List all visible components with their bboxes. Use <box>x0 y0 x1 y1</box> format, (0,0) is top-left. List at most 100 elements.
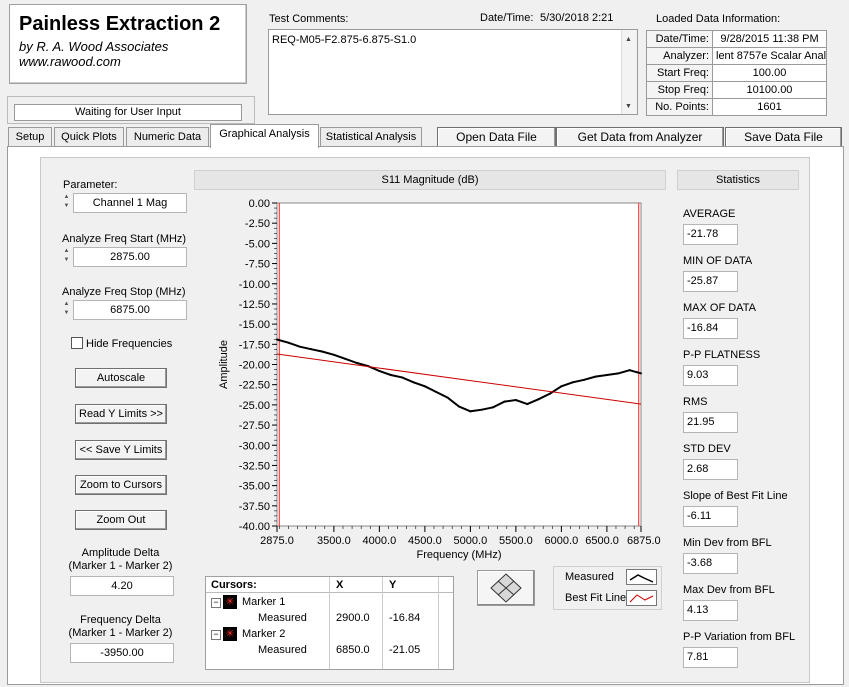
measured-data-point <box>571 381 574 384</box>
measured-data-point <box>605 373 608 376</box>
x-tick-label: 6000.0 <box>545 535 579 547</box>
measured-data-point <box>378 369 381 372</box>
measured-data-point <box>287 341 290 344</box>
measured-data-point <box>344 357 347 360</box>
cursor-move-pad[interactable] <box>477 570 535 606</box>
measured-data-point <box>640 372 642 375</box>
measured-data-point <box>298 345 301 348</box>
marker-1-sub: Measured <box>258 612 307 624</box>
y-tick-label: -22.50 <box>239 380 270 392</box>
stat-value: -6.11 <box>683 506 738 527</box>
chart-legend: Measured Best Fit Line <box>553 566 662 610</box>
stat-label: P-P FLATNESS <box>683 349 761 361</box>
marker-1-label[interactable]: Marker 1 <box>242 596 285 608</box>
x-tick-label: 3500.0 <box>317 535 351 547</box>
marker-2-label[interactable]: Marker 2 <box>242 628 285 640</box>
measured-data-point <box>480 408 483 411</box>
y-tick-label: -15.00 <box>239 319 270 331</box>
x-tick-label: 6875.0 <box>627 535 661 547</box>
diamond-pad-icon <box>490 573 522 603</box>
marker-2-x[interactable]: 6850.0 <box>336 644 370 656</box>
tab-graphical-analysis[interactable]: Graphical Analysis <box>210 124 319 148</box>
statistics-title: Statistics <box>715 174 760 186</box>
measured-data-point <box>332 353 335 356</box>
y-tick-label: -10.00 <box>239 279 270 291</box>
legend-measured-swatch[interactable] <box>626 569 657 585</box>
cursors-col-rule-1 <box>329 577 330 669</box>
stat-label: P-P Variation from BFL <box>683 631 796 643</box>
measured-data-point <box>389 373 392 376</box>
x-tick-label: 2875.0 <box>260 535 294 547</box>
y-tick-label: -37.50 <box>239 501 270 513</box>
marker-1-x[interactable]: 2900.0 <box>336 612 370 624</box>
marker-icon: ✳ <box>223 627 237 641</box>
y-tick-label: -20.00 <box>239 360 270 372</box>
measured-data-point <box>549 392 551 395</box>
x-tick-label: 6500.0 <box>585 535 619 547</box>
statistics-header: Statistics <box>677 170 799 190</box>
measured-data-point <box>469 410 472 413</box>
legend-bestfit-swatch[interactable] <box>626 590 657 606</box>
measured-data-point <box>583 378 586 381</box>
marker-2-sub: Measured <box>258 644 307 656</box>
measured-data-point <box>594 375 597 378</box>
plot-area[interactable] <box>276 202 642 527</box>
stat-label: Max Dev from BFL <box>683 584 775 596</box>
cursors-col-rule-3 <box>438 577 439 669</box>
measured-data-point <box>276 338 278 341</box>
x-axis-label: Frequency (MHz) <box>417 549 502 561</box>
x-tick-label: 4500.0 <box>408 535 442 547</box>
measured-data-point <box>526 403 529 406</box>
stat-value: -16.84 <box>683 318 738 339</box>
y-tick-label: -40.00 <box>239 521 270 533</box>
cursors-col-rule-2 <box>382 577 383 669</box>
y-axis-label: Amplitude <box>218 340 230 389</box>
cursors-header-y: Y <box>389 579 397 591</box>
marker-icon: ✳ <box>223 595 237 609</box>
stat-label: STD DEV <box>683 443 731 455</box>
measured-data-point <box>412 381 415 384</box>
measured-data-point <box>617 372 620 375</box>
stat-label: MIN OF DATA <box>683 255 753 267</box>
measured-data-point <box>401 376 404 379</box>
x-tick-label: 5500.0 <box>499 535 533 547</box>
measured-data-point <box>435 390 438 393</box>
measured-data-point <box>423 385 426 388</box>
y-tick-label: -27.50 <box>239 420 270 432</box>
measured-data-point <box>628 369 631 372</box>
measured-data-point <box>560 385 563 388</box>
tree-collapse-icon[interactable]: − <box>211 630 221 640</box>
stat-label: Slope of Best Fit Line <box>683 490 788 502</box>
y-tick-label: -7.50 <box>245 259 270 271</box>
measured-data-point <box>492 406 495 409</box>
cursors-table: Cursors: X Y − ✳ Marker 1 Measured 2900.… <box>205 576 454 670</box>
stat-label: RMS <box>683 396 708 408</box>
cursors-header-x: X <box>336 579 344 591</box>
y-tick-label: -30.00 <box>239 440 270 452</box>
stat-value: -25.87 <box>683 271 738 292</box>
measured-data-point <box>310 348 313 351</box>
y-tick-label: -17.50 <box>239 339 270 351</box>
stat-label: Min Dev from BFL <box>683 537 772 549</box>
measured-data-point <box>355 361 358 364</box>
y-tick-label: 0.00 <box>249 198 270 210</box>
stat-value: 4.13 <box>683 600 738 621</box>
marker-1-y[interactable]: -16.84 <box>389 612 420 624</box>
y-tick-label: -32.50 <box>239 460 270 472</box>
measured-data-point <box>537 398 540 401</box>
stat-value: 9.03 <box>683 365 738 386</box>
stat-value: 2.68 <box>683 459 738 480</box>
marker-2-y[interactable]: -21.05 <box>389 644 420 656</box>
x-tick-label: 5000.0 <box>454 535 488 547</box>
stat-value: -3.68 <box>683 553 738 574</box>
cursors-header-label: Cursors: <box>211 579 257 591</box>
measured-data-point <box>514 399 517 402</box>
y-tick-label: -2.50 <box>245 218 270 230</box>
stat-label: MAX OF DATA <box>683 302 756 314</box>
measured-data-point <box>321 350 324 353</box>
stat-label: AVERAGE <box>683 208 736 220</box>
stat-value: 21.95 <box>683 412 738 433</box>
measured-data-point <box>503 400 506 403</box>
tree-collapse-icon[interactable]: − <box>211 598 221 608</box>
legend-bestfit-label: Best Fit Line <box>565 592 627 604</box>
